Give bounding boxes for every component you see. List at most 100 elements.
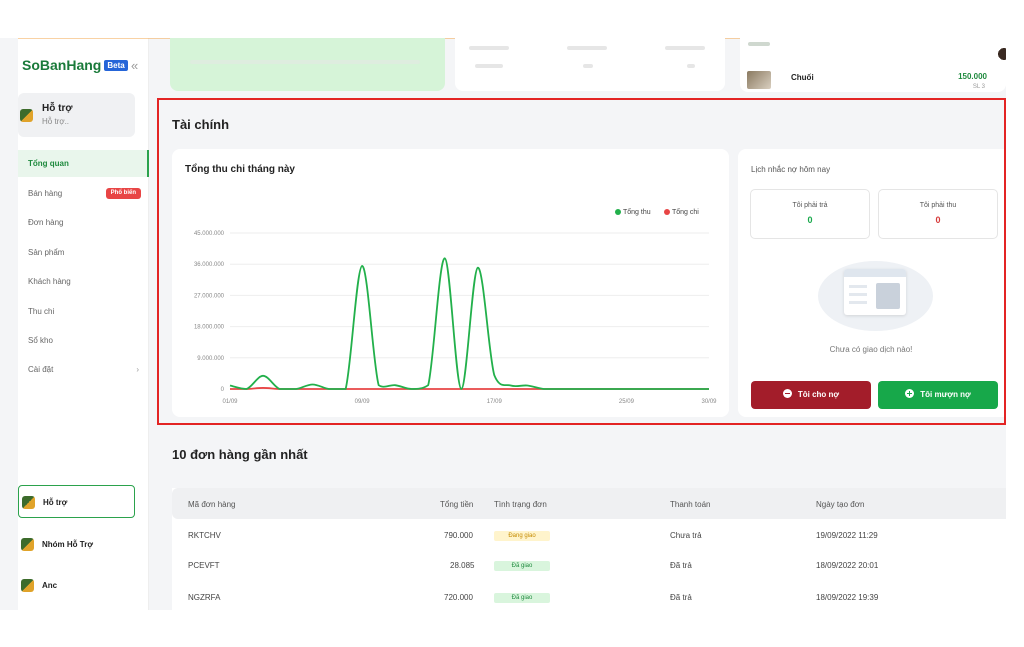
beta-badge: Beta xyxy=(104,60,128,71)
account-item-anc[interactable]: Anc xyxy=(18,569,135,602)
product-price: 150.000 xyxy=(958,72,987,81)
x-tick-label: 30/09 xyxy=(701,399,717,405)
store-name: Hỗ trợ xyxy=(42,103,73,114)
blurred-text xyxy=(190,60,420,64)
blurred-text xyxy=(583,64,593,68)
popular-badge: Phổ biến xyxy=(105,188,141,199)
borrow-button-label: Tôi mượn nợ xyxy=(920,390,971,399)
window-icon xyxy=(844,269,906,315)
column-header: Ngày tạo đơn xyxy=(816,500,865,509)
debt-reminder-card: Lịch nhắc nợ hôm nay Tôi phải trả 0 Tôi … xyxy=(738,149,1004,417)
nav-item-products[interactable]: Sản phẩm xyxy=(18,239,149,266)
status-badge: Đã giao xyxy=(494,593,550,603)
blurred-text xyxy=(567,46,607,50)
nav-label: Khách hàng xyxy=(28,277,71,286)
y-tick-label: 45.000.000 xyxy=(194,231,225,237)
blurred-text xyxy=(748,42,770,46)
account-item-support-group[interactable]: Nhóm Hỗ Trợ xyxy=(18,528,135,561)
order-date: 18/09/2022 20:01 xyxy=(816,561,879,570)
order-code: NGZRFA xyxy=(188,593,221,602)
collapse-sidebar-icon[interactable]: « xyxy=(131,58,138,73)
plus-circle-icon xyxy=(905,389,915,398)
order-code: RKTCHV xyxy=(188,531,221,540)
y-tick-label: 27.000.000 xyxy=(194,293,225,299)
order-status: Đã giao xyxy=(494,592,550,603)
income-series-line xyxy=(229,257,709,390)
status-badge: Đang giao xyxy=(494,531,550,541)
nav-label: Cài đặt xyxy=(28,365,54,374)
product-name: Chuối xyxy=(791,73,814,82)
brand-logo[interactable]: SoBanHang Beta xyxy=(22,57,128,73)
top-products-card-partial: Chuối 150.000 SL 3 xyxy=(740,38,1006,92)
blurred-text xyxy=(687,64,695,68)
status-badge: Đã giao xyxy=(494,561,550,571)
blurred-text xyxy=(665,46,705,50)
table-header: Mã đơn hàng Tổng tiền Tình trạng đơn Tha… xyxy=(172,488,1006,519)
order-date: 19/09/2022 11:29 xyxy=(816,531,878,540)
column-header: Tình trạng đơn xyxy=(494,500,547,509)
i-receive-label: Tôi phải thu xyxy=(919,202,957,209)
store-switcher[interactable]: Hỗ trợ Hỗ trợ.. xyxy=(18,93,135,137)
lend-button-label: Tôi cho nợ xyxy=(797,390,840,399)
account-label: Nhóm Hỗ Trợ xyxy=(42,540,94,549)
account-label: Hỗ trợ xyxy=(43,498,68,507)
y-tick-label: 36.000.000 xyxy=(194,262,225,268)
nav-item-inventory[interactable]: Sổ kho xyxy=(18,327,149,354)
recent-orders-title: 10 đơn hàng gần nhất xyxy=(172,447,308,462)
i-receive-value: 0 xyxy=(935,215,941,225)
column-header: Thanh toán xyxy=(670,500,711,509)
nav-item-overview[interactable]: Tổng quan xyxy=(18,150,149,177)
nav-item-cashflow[interactable]: Thu chi xyxy=(18,298,149,325)
account-avatar xyxy=(21,538,34,551)
order-payment: Đã trả xyxy=(670,593,692,602)
nav-label: Sổ kho xyxy=(28,336,53,345)
account-avatar xyxy=(22,496,35,509)
order-status: Đang giao xyxy=(494,530,550,541)
blurred-text xyxy=(475,64,503,68)
account-avatar xyxy=(21,579,34,592)
product-thumbnail xyxy=(747,71,771,89)
column-header: Tổng tiền xyxy=(440,500,474,509)
nav-label: Tổng quan xyxy=(28,159,69,168)
sidebar: SoBanHang Beta « Hỗ trợ Hỗ trợ.. Tổng qua… xyxy=(18,38,149,610)
x-tick-label: 17/09 xyxy=(487,399,503,405)
stats-card-partial xyxy=(455,38,725,91)
order-code: PCEVFT xyxy=(188,561,220,570)
x-tick-label: 09/09 xyxy=(355,399,371,405)
nav-item-sales[interactable]: Bán hàng Phổ biến xyxy=(18,180,149,207)
nav-label: Sản phẩm xyxy=(28,248,65,257)
borrow-button[interactable]: Tôi mượn nợ xyxy=(878,381,998,409)
nav-item-customers[interactable]: Khách hàng xyxy=(18,268,149,295)
order-status: Đã giao xyxy=(494,560,550,571)
lend-button[interactable]: Tôi cho nợ xyxy=(751,381,871,409)
store-subtitle: Hỗ trợ.. xyxy=(42,117,70,126)
x-tick-label: 25/09 xyxy=(619,399,635,405)
i-pay-value: 0 xyxy=(807,215,813,225)
product-quantity: SL 3 xyxy=(972,84,985,90)
summary-card-partial xyxy=(170,38,445,91)
y-tick-label: 9.000.000 xyxy=(197,356,224,362)
column-header: Mã đơn hàng xyxy=(188,500,236,509)
nav-item-orders[interactable]: Đơn hàng xyxy=(18,209,149,236)
account-item-support[interactable]: Hỗ trợ xyxy=(18,485,135,518)
line-chart: 0 9.000.000 18.000.000 27.000.000 36.000.000… xyxy=(194,231,717,405)
user-avatar[interactable] xyxy=(994,46,1006,66)
nav-item-settings[interactable]: Cài đặt › xyxy=(18,356,149,383)
nav-label: Bán hàng xyxy=(28,189,63,198)
x-tick-label: 01/09 xyxy=(222,399,238,405)
order-total: 720.000 xyxy=(444,593,473,602)
order-payment: Chưa trả xyxy=(670,531,702,540)
recent-orders-table: Mã đơn hàng Tổng tiền Tình trạng đơn Tha… xyxy=(172,488,1006,610)
i-receive-box[interactable]: Tôi phải thu 0 xyxy=(878,189,998,239)
empty-state-illustration xyxy=(818,261,933,331)
y-tick-label: 18.000.000 xyxy=(194,325,225,331)
order-total: 28.085 xyxy=(450,561,475,570)
order-date: 18/09/2022 19:39 xyxy=(816,593,879,602)
blurred-text xyxy=(469,46,509,50)
chevron-right-icon: › xyxy=(136,365,139,374)
nav-label: Đơn hàng xyxy=(28,218,64,227)
income-expense-chart-card: Tổng thu chi tháng này Tổng thu Tổng chi… xyxy=(172,149,729,417)
nav-label: Thu chi xyxy=(28,307,55,316)
i-pay-box[interactable]: Tôi phải trả 0 xyxy=(750,189,870,239)
order-payment: Đã trả xyxy=(670,561,692,570)
